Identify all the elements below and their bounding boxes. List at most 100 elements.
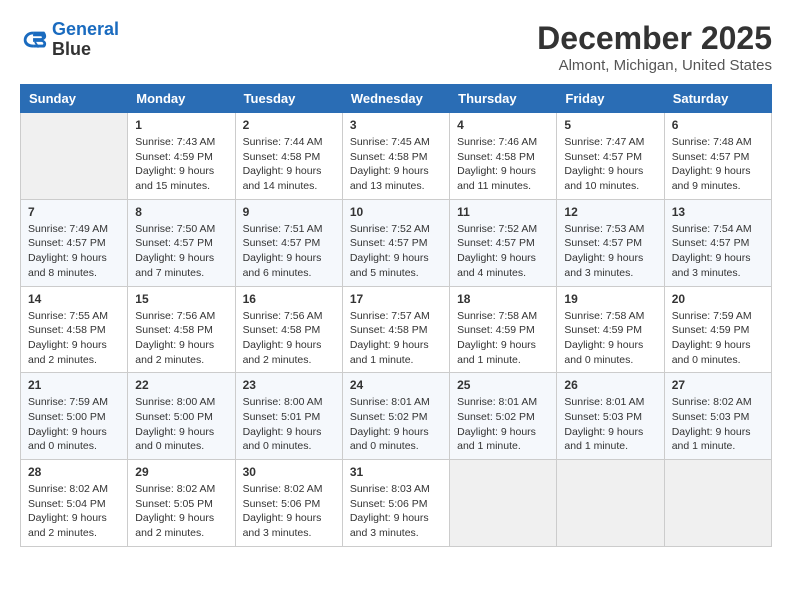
calendar-cell: 27 Sunrise: 8:02 AM Sunset: 5:03 PM Dayli… — [664, 373, 771, 460]
weekday-header-saturday: Saturday — [664, 85, 771, 113]
calendar-cell: 29Sunrise: 8:02 AM Sunset: 5:05 PM Dayli… — [128, 460, 235, 547]
logo-icon — [20, 26, 48, 54]
location: Almont, Michigan, United States — [537, 57, 772, 74]
day-number: 7 — [28, 205, 120, 219]
day-number: 2 — [243, 118, 335, 132]
week-row-1: 1Sunrise: 7:43 AM Sunset: 4:59 PM Daylig… — [21, 113, 772, 200]
day-number: 31 — [350, 465, 442, 479]
weekday-header-thursday: Thursday — [450, 85, 557, 113]
day-info: Sunrise: 8:01 AM Sunset: 5:03 PM Dayligh… — [564, 395, 656, 454]
day-number: 26 — [564, 378, 656, 392]
day-info: Sunrise: 7:47 AM Sunset: 4:57 PM Dayligh… — [564, 135, 656, 194]
day-number: 4 — [457, 118, 549, 132]
week-row-3: 14Sunrise: 7:55 AM Sunset: 4:58 PM Dayli… — [21, 286, 772, 373]
day-number: 25 — [457, 378, 549, 392]
calendar-cell: 7 Sunrise: 7:49 AM Sunset: 4:57 PM Daylig… — [21, 199, 128, 286]
page-header: General Blue December 2025 Almont, Michi… — [20, 20, 772, 74]
week-row-2: 7 Sunrise: 7:49 AM Sunset: 4:57 PM Daylig… — [21, 199, 772, 286]
day-info: Sunrise: 8:00 AM Sunset: 5:00 PM Dayligh… — [135, 395, 227, 454]
day-info: Sunrise: 8:02 AM Sunset: 5:04 PM Dayligh… — [28, 482, 120, 541]
day-number: 6 — [672, 118, 764, 132]
day-info: Sunrise: 7:51 AM Sunset: 4:57 PM Dayligh… — [243, 222, 335, 281]
calendar-cell: 31 Sunrise: 8:03 AM Sunset: 5:06 PM Dayli… — [342, 460, 449, 547]
day-info: Sunrise: 7:54 AM Sunset: 4:57 PM Dayligh… — [672, 222, 764, 281]
calendar-cell: 2 Sunrise: 7:44 AM Sunset: 4:58 PM Daylig… — [235, 113, 342, 200]
calendar-cell: 14Sunrise: 7:55 AM Sunset: 4:58 PM Dayli… — [21, 286, 128, 373]
day-number: 24 — [350, 378, 442, 392]
day-info: Sunrise: 7:55 AM Sunset: 4:58 PM Dayligh… — [28, 309, 120, 368]
day-number: 10 — [350, 205, 442, 219]
day-info: Sunrise: 7:45 AM Sunset: 4:58 PM Dayligh… — [350, 135, 442, 194]
calendar-cell: 12Sunrise: 7:53 AM Sunset: 4:57 PM Dayli… — [557, 199, 664, 286]
day-info: Sunrise: 8:02 AM Sunset: 5:05 PM Dayligh… — [135, 482, 227, 541]
calendar-cell: 28 Sunrise: 8:02 AM Sunset: 5:04 PM Dayli… — [21, 460, 128, 547]
day-info: Sunrise: 8:02 AM Sunset: 5:03 PM Dayligh… — [672, 395, 764, 454]
day-info: Sunrise: 7:56 AM Sunset: 4:58 PM Dayligh… — [135, 309, 227, 368]
month-title: December 2025 — [537, 20, 772, 57]
weekday-header-monday: Monday — [128, 85, 235, 113]
calendar-cell: 16 Sunrise: 7:56 AM Sunset: 4:58 PM Dayli… — [235, 286, 342, 373]
day-number: 3 — [350, 118, 442, 132]
calendar-cell: 6Sunrise: 7:48 AM Sunset: 4:57 PM Daylig… — [664, 113, 771, 200]
day-info: Sunrise: 7:58 AM Sunset: 4:59 PM Dayligh… — [564, 309, 656, 368]
calendar-cell: 21 Sunrise: 7:59 AM Sunset: 5:00 PM Dayli… — [21, 373, 128, 460]
calendar-cell: 4Sunrise: 7:46 AM Sunset: 4:58 PM Daylig… — [450, 113, 557, 200]
day-number: 9 — [243, 205, 335, 219]
day-info: Sunrise: 8:00 AM Sunset: 5:01 PM Dayligh… — [243, 395, 335, 454]
logo-text: General Blue — [52, 20, 119, 60]
day-info: Sunrise: 7:43 AM Sunset: 4:59 PM Dayligh… — [135, 135, 227, 194]
calendar-cell — [21, 113, 128, 200]
calendar-cell: 26 Sunrise: 8:01 AM Sunset: 5:03 PM Dayli… — [557, 373, 664, 460]
week-row-5: 28 Sunrise: 8:02 AM Sunset: 5:04 PM Dayli… — [21, 460, 772, 547]
calendar-cell: 5 Sunrise: 7:47 AM Sunset: 4:57 PM Daylig… — [557, 113, 664, 200]
day-info: Sunrise: 8:03 AM Sunset: 5:06 PM Dayligh… — [350, 482, 442, 541]
calendar-cell — [557, 460, 664, 547]
day-info: Sunrise: 7:44 AM Sunset: 4:58 PM Dayligh… — [243, 135, 335, 194]
day-number: 19 — [564, 292, 656, 306]
calendar-cell: 13 Sunrise: 7:54 AM Sunset: 4:57 PM Dayli… — [664, 199, 771, 286]
day-number: 30 — [243, 465, 335, 479]
calendar-cell: 30Sunrise: 8:02 AM Sunset: 5:06 PM Dayli… — [235, 460, 342, 547]
weekday-header-tuesday: Tuesday — [235, 85, 342, 113]
calendar-cell: 8 Sunrise: 7:50 AM Sunset: 4:57 PM Daylig… — [128, 199, 235, 286]
day-info: Sunrise: 7:59 AM Sunset: 5:00 PM Dayligh… — [28, 395, 120, 454]
calendar-cell: 18 Sunrise: 7:58 AM Sunset: 4:59 PM Dayli… — [450, 286, 557, 373]
day-number: 21 — [28, 378, 120, 392]
day-info: Sunrise: 7:56 AM Sunset: 4:58 PM Dayligh… — [243, 309, 335, 368]
calendar-cell: 17Sunrise: 7:57 AM Sunset: 4:58 PM Dayli… — [342, 286, 449, 373]
day-number: 5 — [564, 118, 656, 132]
calendar-cell: 22 Sunrise: 8:00 AM Sunset: 5:00 PM Dayli… — [128, 373, 235, 460]
day-number: 28 — [28, 465, 120, 479]
day-info: Sunrise: 7:49 AM Sunset: 4:57 PM Dayligh… — [28, 222, 120, 281]
day-number: 27 — [672, 378, 764, 392]
calendar-cell: 11Sunrise: 7:52 AM Sunset: 4:57 PM Dayli… — [450, 199, 557, 286]
day-info: Sunrise: 7:50 AM Sunset: 4:57 PM Dayligh… — [135, 222, 227, 281]
calendar-cell: 24 Sunrise: 8:01 AM Sunset: 5:02 PM Dayli… — [342, 373, 449, 460]
day-info: Sunrise: 7:52 AM Sunset: 4:57 PM Dayligh… — [350, 222, 442, 281]
day-number: 12 — [564, 205, 656, 219]
day-info: Sunrise: 7:58 AM Sunset: 4:59 PM Dayligh… — [457, 309, 549, 368]
calendar-cell: 19 Sunrise: 7:58 AM Sunset: 4:59 PM Dayli… — [557, 286, 664, 373]
calendar-cell: 15 Sunrise: 7:56 AM Sunset: 4:58 PM Dayli… — [128, 286, 235, 373]
day-number: 16 — [243, 292, 335, 306]
weekday-header-row: SundayMondayTuesdayWednesdayThursdayFrid… — [21, 85, 772, 113]
calendar-cell — [664, 460, 771, 547]
calendar-cell: 10 Sunrise: 7:52 AM Sunset: 4:57 PM Dayli… — [342, 199, 449, 286]
day-info: Sunrise: 8:01 AM Sunset: 5:02 PM Dayligh… — [350, 395, 442, 454]
day-number: 20 — [672, 292, 764, 306]
day-number: 18 — [457, 292, 549, 306]
week-row-4: 21 Sunrise: 7:59 AM Sunset: 5:00 PM Dayli… — [21, 373, 772, 460]
calendar-cell — [450, 460, 557, 547]
day-number: 15 — [135, 292, 227, 306]
calendar-table: SundayMondayTuesdayWednesdayThursdayFrid… — [20, 84, 772, 547]
calendar-cell: 20Sunrise: 7:59 AM Sunset: 4:59 PM Dayli… — [664, 286, 771, 373]
day-number: 8 — [135, 205, 227, 219]
calendar-cell: 1Sunrise: 7:43 AM Sunset: 4:59 PM Daylig… — [128, 113, 235, 200]
weekday-header-wednesday: Wednesday — [342, 85, 449, 113]
calendar-cell: 3 Sunrise: 7:45 AM Sunset: 4:58 PM Daylig… — [342, 113, 449, 200]
calendar-cell: 25Sunrise: 8:01 AM Sunset: 5:02 PM Dayli… — [450, 373, 557, 460]
title-block: December 2025 Almont, Michigan, United S… — [537, 20, 772, 74]
day-number: 17 — [350, 292, 442, 306]
day-number: 13 — [672, 205, 764, 219]
day-number: 22 — [135, 378, 227, 392]
